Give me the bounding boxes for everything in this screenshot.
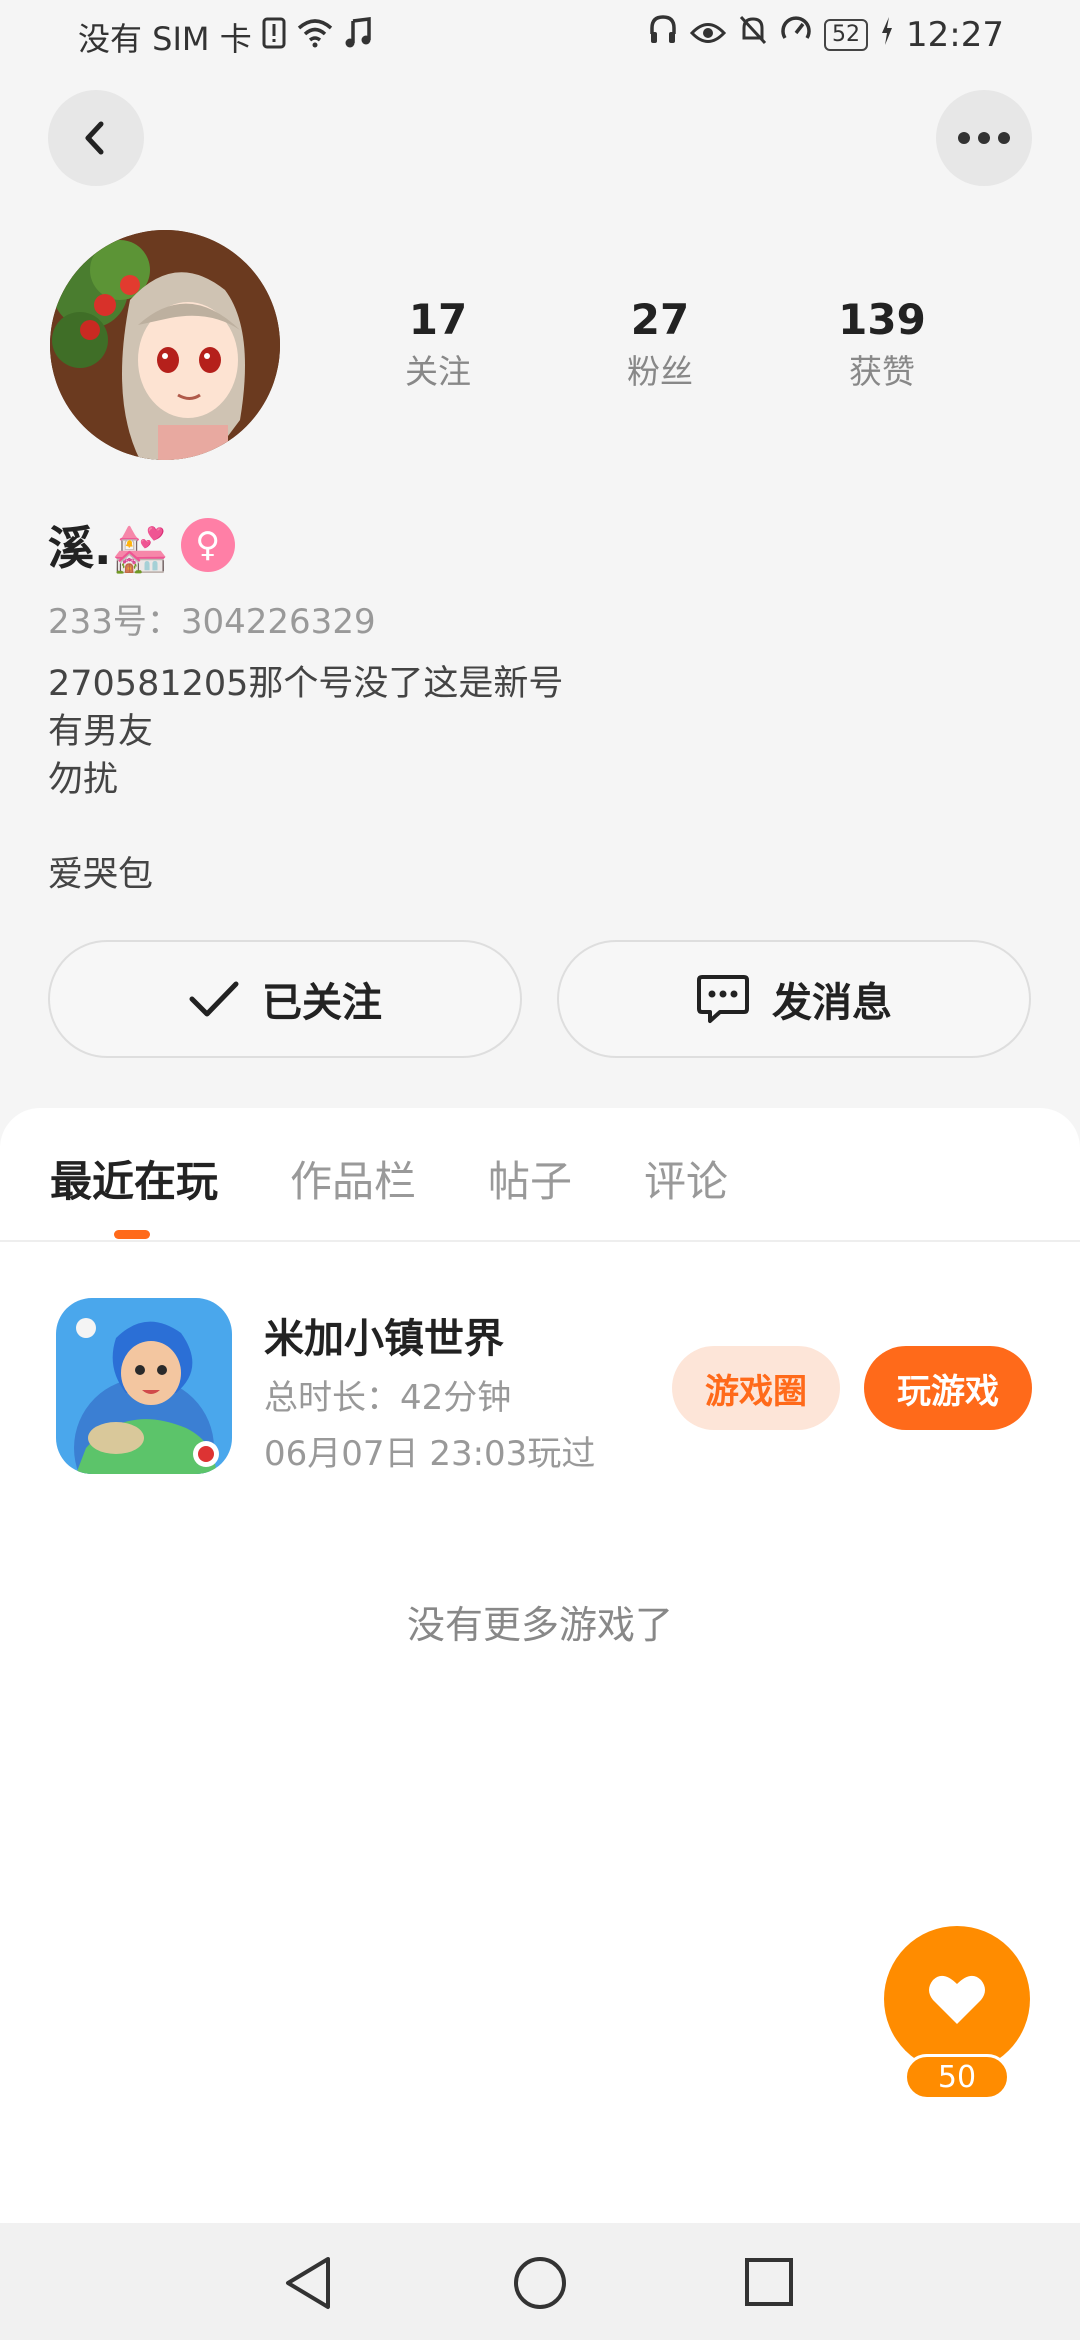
followers-count: 27 <box>630 295 690 344</box>
tab-bar: 最近在玩 作品栏 帖子 评论 <box>50 1148 728 1209</box>
play-game-button[interactable]: 玩游戏 <box>864 1346 1032 1430</box>
tab-comments[interactable]: 评论 <box>644 1148 728 1209</box>
bio-line: 勿扰 <box>48 760 119 800</box>
game-circle-button[interactable]: 游戏圈 <box>672 1346 840 1430</box>
game-app-icon[interactable] <box>56 1298 232 1474</box>
status-bar: 没有 SIM 卡 52 12:27 <box>0 0 1080 72</box>
back-button[interactable] <box>48 90 144 186</box>
game-artwork-icon <box>56 1298 232 1474</box>
avatar[interactable] <box>50 230 280 460</box>
more-dots-icon <box>958 132 1010 144</box>
female-gender-icon: ♀ <box>180 518 235 572</box>
tab-recently-played[interactable]: 最近在玩 <box>50 1148 218 1209</box>
likes-count: 139 <box>838 295 926 344</box>
system-nav-bar <box>0 2223 1080 2340</box>
bell-off-icon <box>738 14 768 55</box>
more-button[interactable] <box>936 90 1032 186</box>
wifi-icon <box>296 18 334 56</box>
like-count: 50 <box>904 2054 1010 2100</box>
followed-button[interactable]: 已关注 <box>48 940 522 1058</box>
message-button[interactable]: 发消息 <box>557 940 1031 1058</box>
game-total-time: 总时长：42分钟 <box>264 1378 512 1418</box>
status-right: 52 12:27 <box>648 14 1004 55</box>
nav-recents-icon[interactable] <box>744 2257 794 2307</box>
game-last-played: 06月07日 23:03玩过 <box>264 1434 596 1474</box>
message-label: 发消息 <box>772 980 892 1026</box>
like-fab-button[interactable] <box>884 1926 1030 2072</box>
battery-level: 52 <box>824 18 869 51</box>
speed-icon <box>780 14 812 55</box>
no-more-games-text: 没有更多游戏了 <box>406 1603 673 1647</box>
tab-works[interactable]: 作品栏 <box>290 1148 416 1209</box>
username: 溪.💒 <box>48 521 169 575</box>
stat-following[interactable]: 17 关注 <box>338 292 538 396</box>
clock-text: 12:27 <box>906 14 1004 55</box>
chat-bubble-icon <box>697 975 749 1023</box>
active-tab-indicator <box>114 1230 150 1239</box>
followers-label: 粉丝 <box>627 352 693 391</box>
heart-icon <box>929 1975 985 2024</box>
eye-icon <box>689 15 727 55</box>
likes-label: 获赞 <box>849 352 915 391</box>
checkmark-icon <box>189 981 239 1017</box>
following-label: 关注 <box>405 352 471 391</box>
nav-back-icon[interactable] <box>282 2255 334 2311</box>
headset-icon <box>648 14 678 55</box>
tab-posts[interactable]: 帖子 <box>488 1148 572 1209</box>
game-title[interactable]: 米加小镇世界 <box>264 1306 504 1364</box>
sim-alert-icon <box>262 17 286 57</box>
bio: 270581205那个号没了这是新号 有男友 勿扰 <box>48 660 563 804</box>
avatar-image <box>50 230 280 460</box>
stat-followers[interactable]: 27 粉丝 <box>560 292 760 396</box>
charging-icon <box>880 15 894 55</box>
status-left: 没有 SIM 卡 <box>78 14 372 60</box>
user-id: 233号：304226329 <box>48 602 376 642</box>
bio-tag: 爱哭包 <box>48 855 154 895</box>
back-arrow-icon <box>85 121 104 155</box>
bio-line: 270581205那个号没了这是新号 <box>48 664 564 704</box>
stat-likes[interactable]: 139 获赞 <box>782 292 982 396</box>
tab-divider <box>0 1240 1080 1242</box>
username-row: 溪.💒 ♀ <box>48 512 235 578</box>
followed-label: 已关注 <box>262 980 382 1026</box>
following-count: 17 <box>408 295 468 344</box>
carrier-text: 没有 SIM 卡 <box>78 20 252 58</box>
music-icon <box>344 17 372 57</box>
nav-home-icon[interactable] <box>512 2255 568 2311</box>
bio-line: 有男友 <box>48 712 154 752</box>
